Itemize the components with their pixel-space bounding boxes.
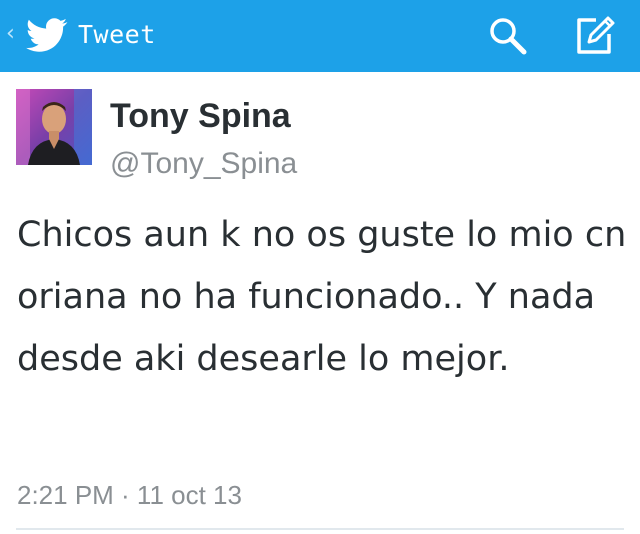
twitter-bird-icon[interactable] (26, 17, 68, 53)
avatar-photo (16, 89, 92, 165)
divider (16, 528, 624, 530)
tweet-timestamp: 2:21 PM · 11 oct 13 (17, 480, 242, 510)
app-header: ‹ Tweet (0, 0, 640, 72)
avatar[interactable] (16, 89, 92, 165)
search-icon[interactable] (486, 14, 530, 58)
tweet-text: Chicos aun k no os guste lo mio cn orian… (17, 215, 627, 379)
compose-icon[interactable] (572, 12, 618, 58)
page-title: Tweet (78, 20, 156, 49)
author-handle[interactable]: @Tony_Spina (110, 145, 297, 183)
author-name[interactable]: Tony Spina (110, 96, 291, 136)
back-chevron-icon[interactable]: ‹ (6, 20, 15, 48)
